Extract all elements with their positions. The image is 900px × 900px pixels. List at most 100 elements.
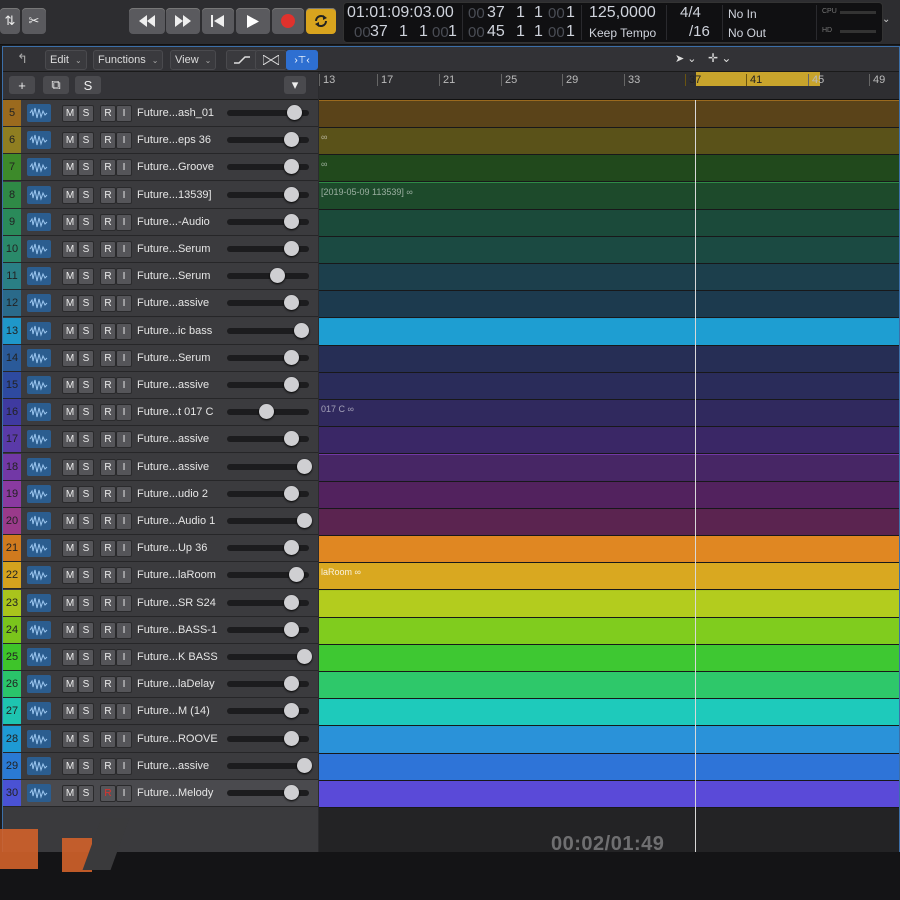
input-monitor-button[interactable]: I: [116, 323, 132, 340]
record-enable-button[interactable]: R: [100, 758, 116, 775]
volume-slider[interactable]: [227, 323, 309, 338]
play-button[interactable]: [236, 8, 270, 34]
playhead[interactable]: [695, 100, 696, 852]
mute-button[interactable]: M: [62, 731, 78, 748]
record-enable-button[interactable]: R: [100, 241, 116, 258]
solo-button[interactable]: S: [78, 404, 94, 421]
input-monitor-button[interactable]: I: [116, 513, 132, 530]
input-monitor-button[interactable]: I: [116, 595, 132, 612]
record-button[interactable]: [272, 8, 304, 34]
record-enable-button[interactable]: R: [100, 132, 116, 149]
solo-button[interactable]: S: [78, 459, 94, 476]
track-header[interactable]: 12 M S R I Future...assive: [3, 290, 318, 317]
track-name[interactable]: Future...Audio 1: [137, 508, 215, 534]
solo-button[interactable]: S: [78, 703, 94, 720]
track-header[interactable]: 8 M S R I Future...13539]: [3, 182, 318, 209]
solo-button[interactable]: S: [78, 676, 94, 693]
track-header[interactable]: 9 M S R I Future...-Audio: [3, 209, 318, 236]
input-monitor-button[interactable]: I: [116, 187, 132, 204]
track-header[interactable]: 25 M S R I Future...K BASS: [3, 644, 318, 671]
mute-button[interactable]: M: [62, 676, 78, 693]
input-monitor-button[interactable]: I: [116, 214, 132, 231]
track-name[interactable]: Future...Melody: [137, 780, 213, 806]
input-monitor-button[interactable]: I: [116, 567, 132, 584]
track-name[interactable]: Future...ic bass: [137, 318, 212, 344]
go-to-start-button[interactable]: [202, 8, 234, 34]
volume-slider[interactable]: [227, 622, 309, 637]
track-region[interactable]: [319, 426, 899, 454]
record-enable-button[interactable]: R: [100, 404, 116, 421]
volume-slider[interactable]: [227, 731, 309, 746]
track-region[interactable]: [319, 372, 899, 400]
volume-knob[interactable]: [284, 431, 299, 446]
volume-knob[interactable]: [284, 350, 299, 365]
input-monitor-button[interactable]: I: [116, 649, 132, 666]
record-enable-button[interactable]: R: [100, 567, 116, 584]
input-monitor-button[interactable]: I: [116, 132, 132, 149]
solo-button[interactable]: S: [78, 486, 94, 503]
volume-slider[interactable]: [227, 241, 309, 256]
catch-button[interactable]: ›⊤‹: [286, 50, 318, 70]
track-header[interactable]: 11 M S R I Future...Serum: [3, 263, 318, 290]
volume-knob[interactable]: [259, 404, 274, 419]
track-region[interactable]: [319, 535, 899, 563]
mute-button[interactable]: M: [62, 785, 78, 802]
chevron-down-icon[interactable]: ⌄: [882, 14, 890, 25]
track-header[interactable]: 18 M S R I Future...assive: [3, 454, 318, 481]
mute-button[interactable]: M: [62, 486, 78, 503]
track-name[interactable]: Future...Groove: [137, 154, 214, 180]
solo-button[interactable]: S: [78, 323, 94, 340]
solo-button[interactable]: S: [78, 758, 94, 775]
record-enable-button[interactable]: R: [100, 323, 116, 340]
track-header[interactable]: 21 M S R I Future...Up 36: [3, 535, 318, 562]
mute-button[interactable]: M: [62, 513, 78, 530]
track-name[interactable]: Future...13539]: [137, 182, 212, 208]
track-name[interactable]: Future...assive: [137, 753, 209, 779]
collapse-icon[interactable]: ▾: [284, 76, 306, 94]
volume-slider[interactable]: [227, 595, 309, 610]
time-signature[interactable]: 4/4: [680, 4, 701, 21]
volume-knob[interactable]: [297, 649, 312, 664]
track-region[interactable]: [319, 100, 899, 128]
input-monitor-button[interactable]: I: [116, 676, 132, 693]
input-monitor-button[interactable]: I: [116, 404, 132, 421]
track-header[interactable]: 17 M S R I Future...assive: [3, 426, 318, 453]
volume-knob[interactable]: [284, 295, 299, 310]
volume-knob[interactable]: [284, 676, 299, 691]
track-name[interactable]: Future...laRoom: [137, 562, 216, 588]
track-header[interactable]: 26 M S R I Future...laDelay: [3, 671, 318, 698]
track-name[interactable]: Future...laDelay: [137, 671, 215, 697]
record-enable-button[interactable]: R: [100, 459, 116, 476]
volume-knob[interactable]: [284, 703, 299, 718]
track-name[interactable]: Future...t 017 C: [137, 399, 213, 425]
track-name[interactable]: Future...ROOVE: [137, 726, 218, 752]
mute-button[interactable]: M: [62, 703, 78, 720]
volume-knob[interactable]: [294, 323, 309, 338]
track-name[interactable]: Future...ash_01: [137, 100, 214, 126]
solo-button[interactable]: S: [78, 268, 94, 285]
volume-knob[interactable]: [284, 785, 299, 800]
track-header[interactable]: 22 M S R I Future...laRoom: [3, 562, 318, 589]
record-enable-button[interactable]: R: [100, 595, 116, 612]
volume-knob[interactable]: [284, 377, 299, 392]
volume-slider[interactable]: [227, 649, 312, 664]
track-region[interactable]: ∞: [319, 154, 899, 182]
volume-slider[interactable]: [227, 404, 309, 419]
pointer-tool-icon[interactable]: ➤ ⌄: [675, 52, 697, 65]
volume-slider[interactable]: [227, 486, 309, 501]
input-monitor-button[interactable]: I: [116, 540, 132, 557]
track-region[interactable]: [319, 345, 899, 373]
solo-button[interactable]: S: [78, 431, 94, 448]
solo-button[interactable]: S: [78, 241, 94, 258]
record-enable-button[interactable]: R: [100, 649, 116, 666]
track-header[interactable]: 16 M S R I Future...t 017 C: [3, 399, 318, 426]
track-header[interactable]: 14 M S R I Future...Serum: [3, 345, 318, 372]
record-enable-button[interactable]: R: [100, 159, 116, 176]
record-enable-button[interactable]: R: [100, 540, 116, 557]
midi-in[interactable]: No In: [728, 7, 757, 21]
track-name[interactable]: Future...SR S24: [137, 590, 216, 616]
solo-button[interactable]: S: [78, 214, 94, 231]
volume-knob[interactable]: [284, 214, 299, 229]
record-enable-button[interactable]: R: [100, 187, 116, 204]
mute-button[interactable]: M: [62, 758, 78, 775]
